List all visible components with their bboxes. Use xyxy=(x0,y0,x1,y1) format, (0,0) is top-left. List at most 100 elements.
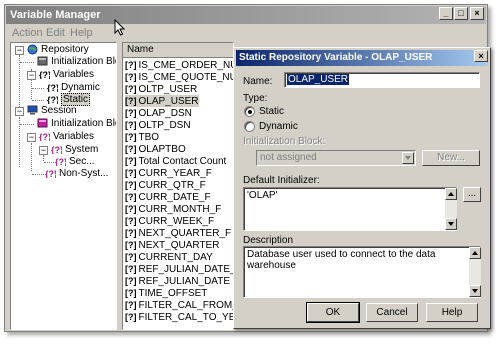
window-titlebar[interactable]: Variable Manager xyxy=(6,6,486,24)
variable-icon: [?] xyxy=(125,312,137,322)
list-item[interactable]: [?] TBO xyxy=(125,131,159,143)
variable-icon: [?] xyxy=(125,132,137,142)
column-header-name[interactable]: Name xyxy=(123,43,233,58)
menu-bar: Action Edit Help xyxy=(6,25,486,41)
minimize-button[interactable]: _ xyxy=(439,7,453,20)
scroll-down-button[interactable] xyxy=(445,218,457,230)
list-item[interactable]: [?] OLAPTBO xyxy=(125,143,186,155)
variable-icon: [?] xyxy=(125,264,137,274)
list-item[interactable]: [?]REF_JULIAN_DATE_NU xyxy=(125,263,233,275)
tree-item-non-system[interactable]: {?} Non-Syst... xyxy=(45,168,108,181)
expand-system-icon[interactable]: − xyxy=(39,146,48,155)
scroll-down-button[interactable] xyxy=(469,285,481,297)
scroll-up-button[interactable] xyxy=(445,188,457,200)
expand-repo-variables-icon[interactable]: − xyxy=(27,71,36,80)
init-block-value: not assigned xyxy=(260,152,317,163)
variable-tree[interactable]: − Repository Initialization Blo... − {?}… xyxy=(10,42,117,330)
variable-icon: [?] xyxy=(125,204,137,214)
list-item-label: TIME_OFFSET xyxy=(138,288,208,299)
list-item[interactable]: [?] CURR_MONTH_F xyxy=(125,203,221,215)
scroll-up-button[interactable] xyxy=(469,247,481,259)
variable-icon: [?] xyxy=(125,276,137,286)
description-scrollbar[interactable] xyxy=(469,247,481,297)
variable-icon: [?] xyxy=(125,144,137,154)
initializer-scrollbar[interactable] xyxy=(445,188,457,230)
close-button[interactable]: × xyxy=(470,7,484,20)
variable-icon: [?] xyxy=(125,156,137,166)
expand-session-icon[interactable]: − xyxy=(15,107,24,116)
list-item[interactable]: [?] Total Contact Count xyxy=(125,155,226,167)
list-item-label: NEXT_QUARTER_F xyxy=(138,228,232,239)
list-item[interactable]: [?] CURR_DATE_F xyxy=(125,191,211,203)
list-item[interactable]: [?]FILTER_CAL_TO_YEAR xyxy=(125,311,233,323)
name-label: Name: xyxy=(243,76,273,87)
list-item-label: REF_JULIAN_DATE xyxy=(138,276,231,287)
variable-manager-window: Variable Manager _ □ × Action Edit Help … xyxy=(4,4,491,332)
svg-text:{?}: {?} xyxy=(47,83,58,92)
tree-label: Variables xyxy=(53,131,94,142)
list-item[interactable]: [?] OLTP_USER xyxy=(125,83,197,95)
ok-button[interactable]: OK xyxy=(306,302,360,323)
init-block-select[interactable]: not assigned xyxy=(256,150,416,166)
list-item[interactable]: [?] OLTP_DSN xyxy=(125,119,191,131)
list-item[interactable]: [?] NEXT_QUARTER xyxy=(125,239,219,251)
dialog-titlebar[interactable]: Static Repository Variable - OLAP_USER xyxy=(236,50,488,66)
list-item[interactable]: [?] CURR_QTR_F xyxy=(125,179,206,191)
menu-edit[interactable]: Edit xyxy=(46,27,65,39)
variable-icon: [?] xyxy=(125,84,137,94)
expand-repository-icon[interactable]: − xyxy=(15,46,24,55)
variable-icon: [?] xyxy=(125,228,137,238)
maximize-button[interactable]: □ xyxy=(454,7,468,20)
static-radio[interactable] xyxy=(244,106,255,117)
cancel-button[interactable]: Cancel xyxy=(366,303,418,322)
help-button[interactable]: Help xyxy=(426,303,478,322)
dynamic-radio[interactable] xyxy=(244,121,255,132)
list-item[interactable]: [?] NEXT_QUARTER_F xyxy=(125,227,231,239)
list-item[interactable]: [?] REF_JULIAN_DATE xyxy=(125,275,230,287)
list-item-label: FILTER_CAL_FROM_YE xyxy=(138,300,234,311)
svg-text:{?}: {?} xyxy=(39,70,50,79)
svg-text:{?}: {?} xyxy=(51,145,62,154)
new-button[interactable]: New... xyxy=(422,150,480,166)
variable-list[interactable]: Name [?]IS_CME_ORDER_NUM[?]IS_CME_QUOTE_… xyxy=(122,42,234,330)
list-item[interactable]: [?]IS_CME_ORDER_NUM xyxy=(125,59,233,71)
dynamic-radio-label: Dynamic xyxy=(259,121,298,132)
name-input[interactable]: OLAP_USER xyxy=(284,72,480,88)
database-icon xyxy=(37,56,48,66)
tree-label: Repository xyxy=(41,44,89,55)
list-item[interactable]: [?] CURR_YEAR_F xyxy=(125,167,212,179)
list-item[interactable]: [?]FILTER_CAL_FROM_YE xyxy=(125,299,234,311)
description-input[interactable]: Database user used to connect to the dat… xyxy=(243,246,481,298)
list-item[interactable]: [?] TIME_OFFSET xyxy=(125,287,207,299)
list-item-label: OLTP_DSN xyxy=(138,120,191,131)
list-item[interactable]: [?] OLAP_USER xyxy=(125,95,199,107)
menu-help[interactable]: Help xyxy=(70,27,93,39)
list-item[interactable]: [?] CURR_WEEK_F xyxy=(125,215,214,227)
tree-item-repo-variables[interactable]: {?} Variables xyxy=(39,69,94,82)
dialog-close-button[interactable]: × xyxy=(474,50,488,62)
static-radio-label: Static xyxy=(259,106,285,117)
list-item[interactable]: [?] CURRENT_DAY xyxy=(125,251,213,263)
tree-item-repo-init-blocks[interactable]: Initialization Blo... xyxy=(37,56,116,69)
variable-icon: {?} xyxy=(51,144,64,155)
list-item-label: CURR_MONTH_F xyxy=(138,204,222,215)
variable-icon: [?] xyxy=(125,168,137,178)
arrow-up-icon xyxy=(472,251,478,255)
tree-item-session-variables[interactable]: {?} Variables xyxy=(39,131,94,144)
list-item[interactable]: [?] OLAP_DSN xyxy=(125,107,192,119)
dropdown-button[interactable] xyxy=(402,152,414,164)
variable-icon: [?] xyxy=(125,108,137,118)
expand-session-variables-icon[interactable]: − xyxy=(27,133,36,142)
list-item[interactable]: [?]IS_CME_QUOTE_NUM xyxy=(125,71,233,83)
menu-action[interactable]: Action xyxy=(12,27,43,39)
tree-item-session[interactable]: Session xyxy=(27,105,77,118)
variable-icon: {?} xyxy=(55,156,68,167)
list-item-label: OLAP_USER xyxy=(138,96,199,107)
variable-icon: {?} xyxy=(45,168,58,179)
tree-item-session-init-blocks[interactable]: Initialization Blo... xyxy=(37,118,116,131)
expression-builder-button[interactable]: ... xyxy=(463,187,481,202)
list-item-label: CURR_WEEK_F xyxy=(138,216,215,227)
list-item-label: OLAP_DSN xyxy=(138,108,192,119)
variable-icon: [?] xyxy=(125,300,137,310)
default-initializer-input[interactable]: 'OLAP' xyxy=(243,187,457,231)
